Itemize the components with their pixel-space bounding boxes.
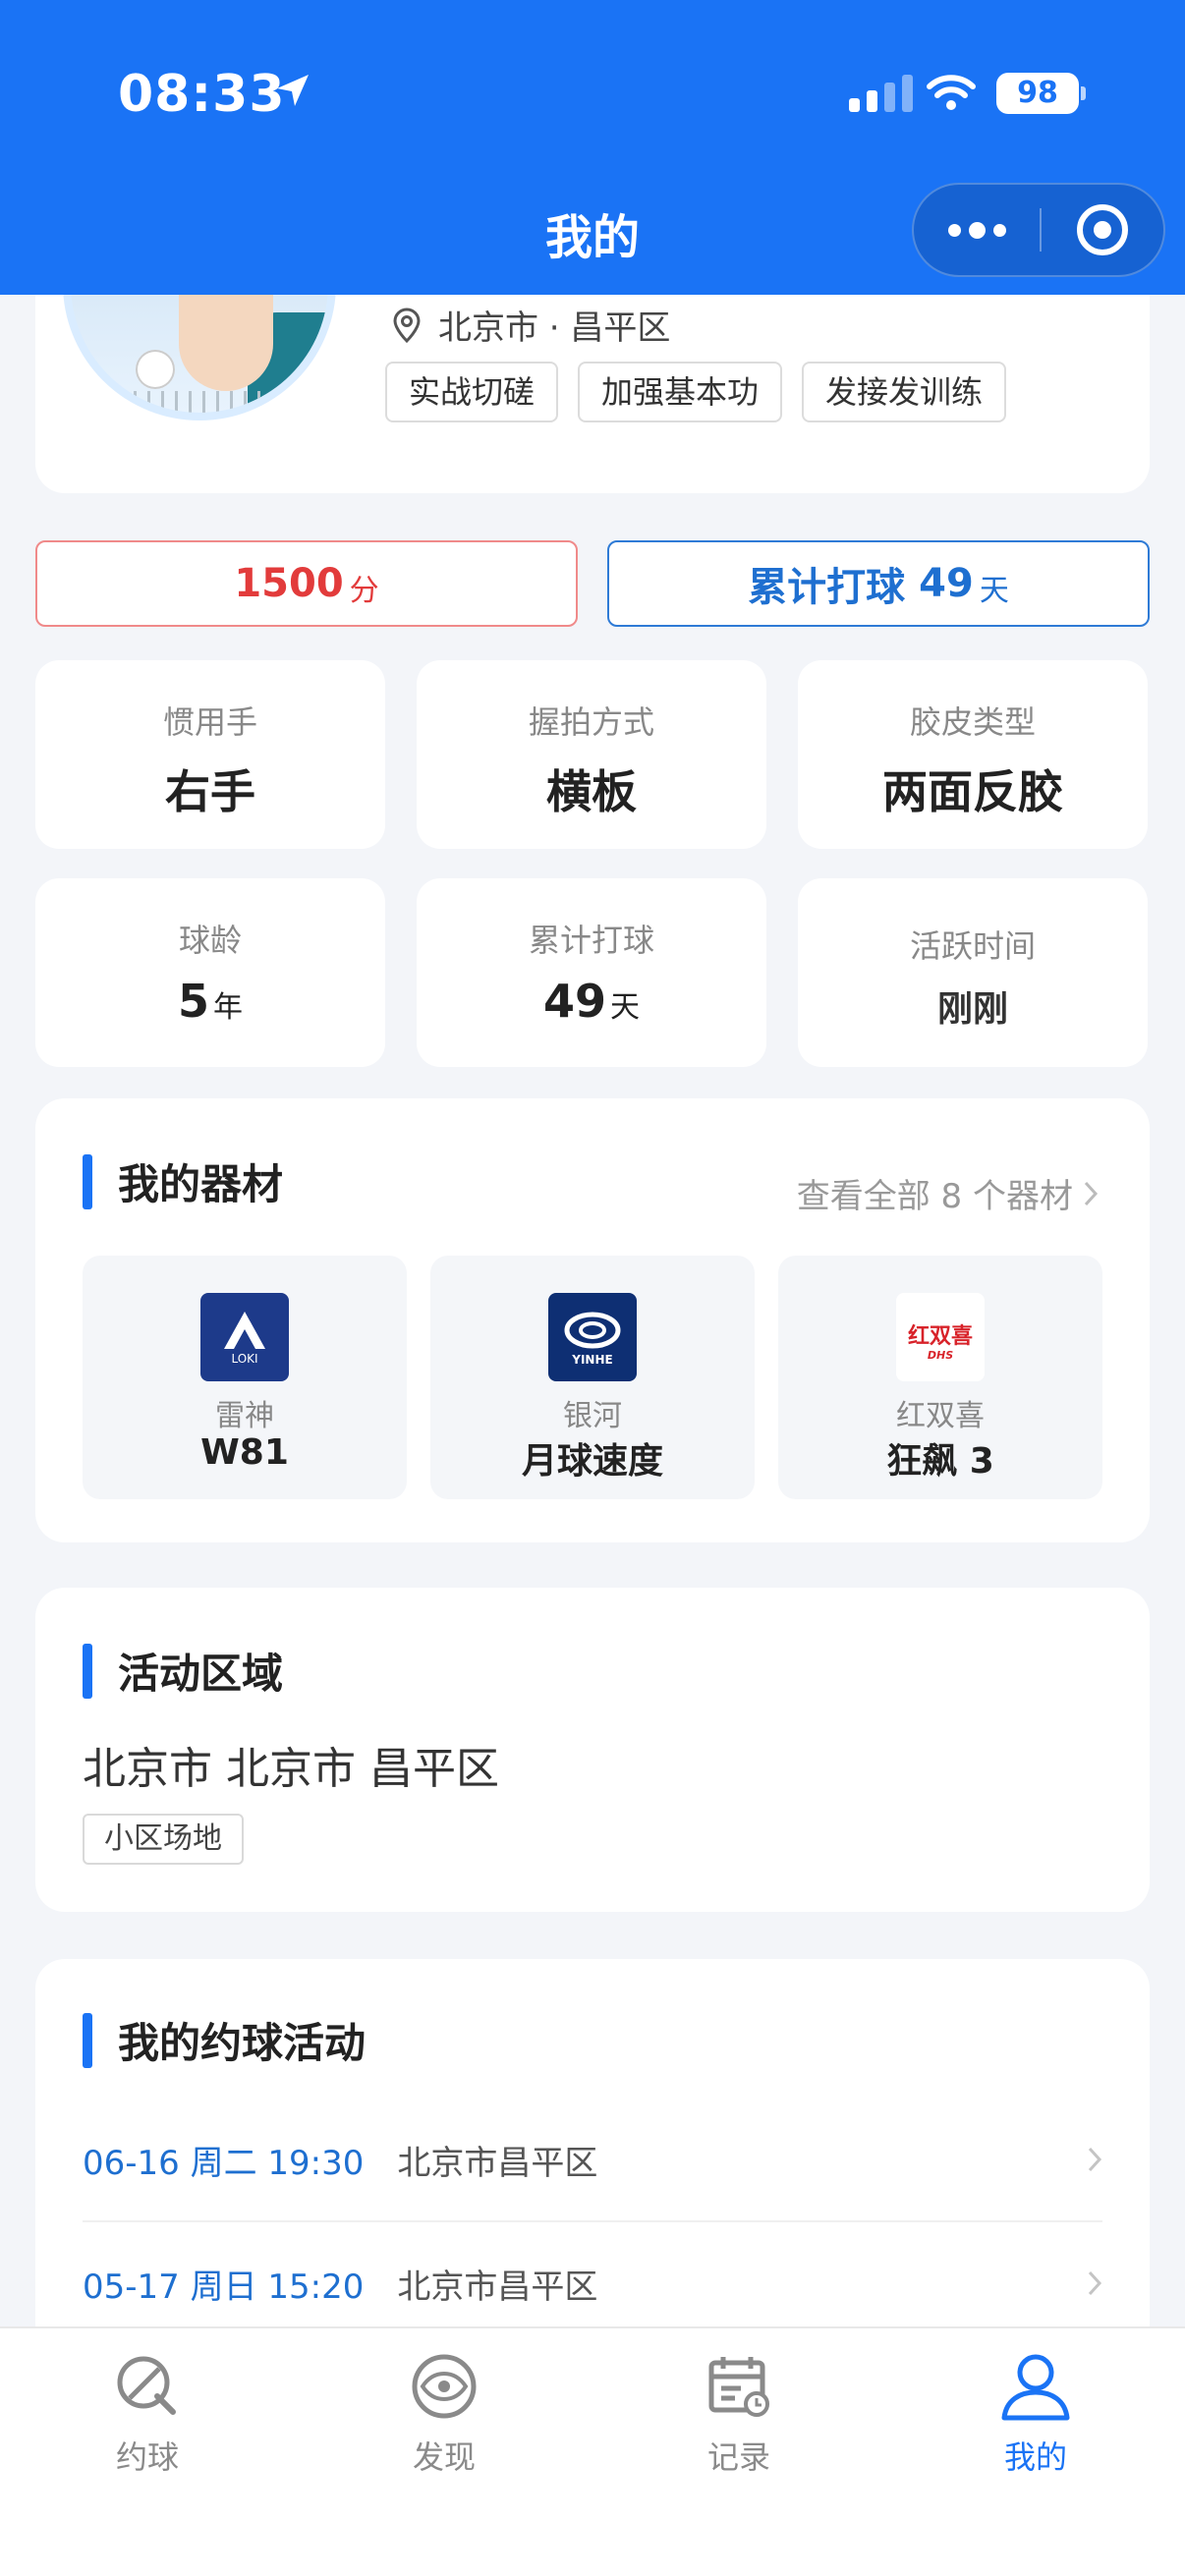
svg-text:红双喜: 红双喜 (908, 1323, 973, 1349)
tab-yueqiu[interactable]: 约球 (49, 2342, 246, 2478)
area-text: 北京市 北京市 昌平区 (83, 1744, 499, 1794)
stat-label: 累计打球 (528, 922, 654, 959)
total-days-label: 累计打球 (748, 565, 906, 610)
svg-text:YINHE: YINHE (571, 1353, 612, 1367)
loki-logo-icon: LOKI (200, 1293, 289, 1381)
score-button[interactable]: 1500 分 (35, 540, 578, 627)
area-tag: 小区场地 (83, 1814, 244, 1865)
score-value: 1500 (234, 561, 344, 606)
tab-mine[interactable]: 我的 (937, 2342, 1134, 2478)
profile-tag: 加强基本功 (578, 362, 783, 422)
profile-tags: 实战切磋 加强基本功 发接发训练 (385, 362, 1007, 422)
tab-label: 记录 (706, 2438, 770, 2476)
stat-value: 5年 (177, 975, 243, 1028)
profile-location: 北京市 · 昌平区 (393, 301, 670, 349)
stat-value: 49 天 (542, 975, 640, 1028)
stat-value: 两面反胶 (882, 765, 1063, 818)
svg-text:LOKI: LOKI (231, 1352, 257, 1366)
tab-discover[interactable]: 发现 (346, 2342, 542, 2478)
equipment-model: 狂飙 3 (886, 1441, 994, 1482)
stat-hand: 惯用手 右手 (35, 660, 385, 849)
stat-grip: 握拍方式 横板 (417, 660, 766, 849)
section-title: 我的器材 (83, 1151, 283, 1211)
location-arrow-icon (277, 75, 309, 106)
close-miniprogram-button[interactable] (1042, 204, 1163, 255)
area-title: 活动区域 (118, 1650, 284, 1698)
equipment-brand: 银河 (563, 1399, 622, 1433)
activity-place: 北京市昌平区 (397, 2143, 598, 2183)
svg-text:DHS: DHS (928, 1349, 953, 1362)
tab-label: 我的 (1003, 2438, 1067, 2476)
view-all-equipment-link[interactable]: 查看全部 8 个器材 (797, 1169, 1099, 1217)
stat-rubber: 胶皮类型 两面反胶 (798, 660, 1148, 849)
eye-icon (346, 2342, 542, 2431)
section-title: 我的约球活动 (83, 2010, 366, 2070)
equipment-brand: 红双喜 (896, 1399, 985, 1433)
chevron-right-icon (1084, 1181, 1099, 1205)
equipment-item[interactable]: LOKI 雷神 W81 (83, 1256, 407, 1499)
stat-value: 刚刚 (936, 989, 1008, 1030)
header-bar: 08:33 98 我的 (0, 0, 1185, 295)
equipment-card: 我的器材 查看全部 8 个器材 LOKI 雷神 W81 YINHE 银河 月球速… (35, 1098, 1150, 1542)
score-unit: 分 (349, 574, 379, 608)
battery-level: 98 (996, 73, 1079, 114)
equipment-title: 我的器材 (118, 1160, 284, 1208)
stat-years: 球龄 5年 (35, 878, 385, 1067)
more-options-button[interactable] (914, 185, 1040, 275)
user-icon (937, 2342, 1134, 2431)
profile-tag: 发接发训练 (802, 362, 1007, 422)
total-days-button[interactable]: 累计打球 49 天 (607, 540, 1150, 627)
divider (83, 2220, 1102, 2222)
activity-area-card: 活动区域 北京市 北京市 昌平区 小区场地 (35, 1588, 1150, 1912)
section-title: 活动区域 (83, 1641, 283, 1701)
location-text: 北京市 · 昌平区 (438, 308, 671, 348)
stat-label: 胶皮类型 (909, 703, 1036, 741)
stat-label: 握拍方式 (528, 703, 654, 741)
stat-days: 累计打球 49 天 (417, 878, 766, 1067)
activity-place: 北京市昌平区 (397, 2267, 598, 2307)
activity-date: 06-16 周二 19:30 (83, 2143, 365, 2183)
profile-tag: 实战切磋 (385, 362, 559, 422)
target-icon (1077, 204, 1128, 255)
stat-value: 右手 (165, 765, 255, 818)
equipment-item[interactable]: 红双喜 DHS 红双喜 狂飙 3 (778, 1256, 1102, 1499)
activity-row[interactable]: 06-16 周二 19:30 北京市昌平区 (83, 2110, 1102, 2209)
stat-label: 球龄 (178, 922, 242, 959)
paddle-icon (49, 2342, 246, 2431)
stat-label: 惯用手 (162, 703, 257, 741)
stat-value: 横板 (546, 765, 637, 818)
yinhe-logo-icon: YINHE (548, 1293, 637, 1381)
equipment-model: W81 (200, 1432, 289, 1473)
equipment-model: 月球速度 (521, 1441, 663, 1482)
total-days-unit: 天 (979, 574, 1009, 608)
status-time: 08:33 (118, 65, 286, 124)
total-days-value: 49 (919, 561, 974, 606)
activities-title: 我的约球活动 (118, 2019, 367, 2067)
equipment-item[interactable]: YINHE 银河 月球速度 (430, 1256, 755, 1499)
wifi-icon (927, 75, 976, 110)
chevron-right-icon (1088, 2270, 1102, 2296)
tab-label: 发现 (412, 2438, 476, 2476)
activity-row[interactable]: 05-17 周日 15:20 北京市昌平区 (83, 2234, 1102, 2332)
chevron-right-icon (1088, 2147, 1102, 2172)
activity-date: 05-17 周日 15:20 (83, 2267, 365, 2307)
stat-label: 活跃时间 (909, 927, 1036, 965)
tab-label: 约球 (115, 2438, 179, 2476)
miniprogram-capsule (912, 183, 1165, 277)
battery-tip (1081, 86, 1086, 100)
tab-record[interactable]: 记录 (641, 2342, 837, 2478)
dhs-logo-icon: 红双喜 DHS (896, 1293, 985, 1381)
cellular-signal-icon (849, 75, 913, 112)
equipment-brand: 雷神 (215, 1399, 274, 1433)
calendar-icon (641, 2342, 837, 2431)
bottom-tab-bar: 约球 发现 记录 我的 (0, 2326, 1185, 2576)
location-pin-icon (393, 307, 421, 343)
stat-active: 活跃时间 刚刚 (798, 878, 1148, 1067)
